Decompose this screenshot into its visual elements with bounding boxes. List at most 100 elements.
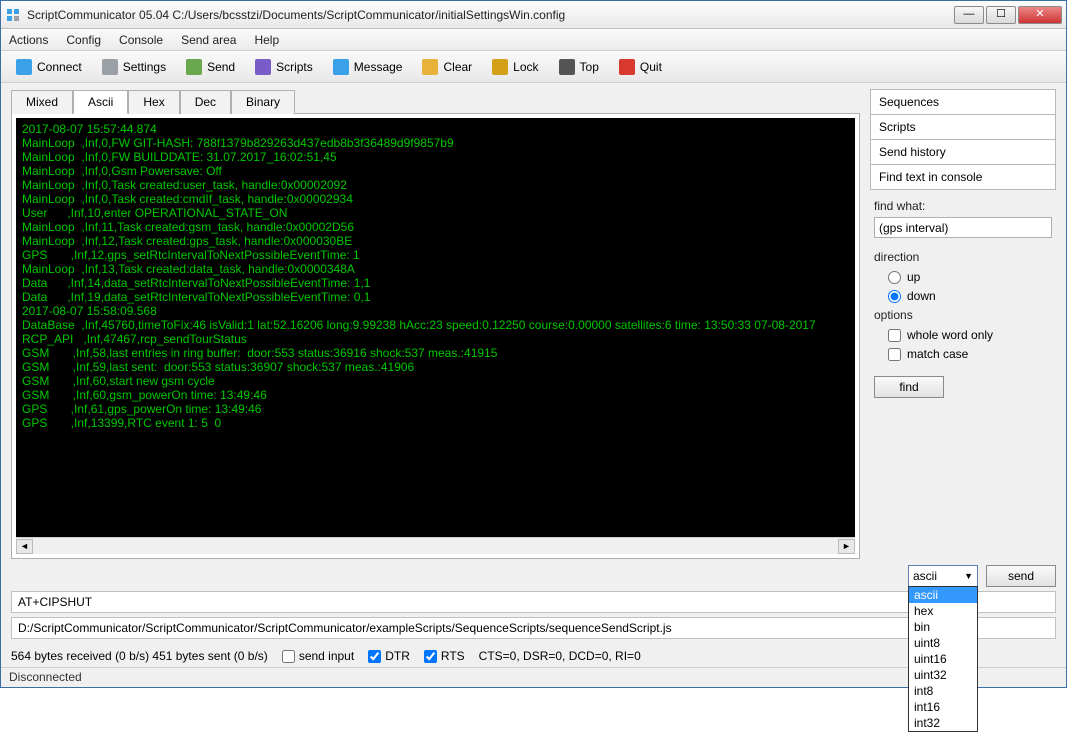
- toolbar-settings-button[interactable]: Settings: [93, 55, 175, 79]
- toolbar-clear-button[interactable]: Clear: [413, 55, 481, 79]
- send-format-combo[interactable]: ascii ▼: [908, 565, 978, 587]
- toolbar-connect-button[interactable]: Connect: [7, 55, 91, 79]
- console-wrap: 2017-08-07 15:57:44.874 MainLoop ,Inf,0,…: [11, 113, 860, 559]
- send-icon: [186, 59, 202, 75]
- lock-icon: [492, 59, 508, 75]
- send-input-label: send input: [299, 649, 354, 663]
- sidebar-tab-send-history[interactable]: Send history: [870, 139, 1056, 165]
- right-panel: Sequences Scripts Send history Find text…: [870, 89, 1056, 559]
- dropdown-option-bin[interactable]: bin: [909, 619, 977, 635]
- dropdown-option-hex[interactable]: hex: [909, 603, 977, 619]
- match-case-label: match case: [907, 347, 968, 361]
- toolbar-label: Send: [207, 60, 235, 74]
- main-area: MixedAsciiHexDecBinary 2017-08-07 15:57:…: [1, 83, 1066, 559]
- connection-status: Disconnected: [9, 670, 82, 684]
- bytes-status: 564 bytes received (0 b/s) 451 bytes sen…: [11, 649, 268, 663]
- bottom-area: ascii ▼ asciihexbinuint8uint16uint32int8…: [1, 559, 1066, 667]
- toolbar-top-button[interactable]: Top: [550, 55, 608, 79]
- match-case-checkbox[interactable]: [888, 348, 901, 361]
- whole-word-label: whole word only: [907, 328, 993, 342]
- chevron-down-icon: ▼: [964, 571, 973, 581]
- toolbar-label: Quit: [640, 60, 662, 74]
- horizontal-scrollbar[interactable]: ◄ ►: [16, 537, 855, 554]
- toolbar-message-button[interactable]: Message: [324, 55, 412, 79]
- window-buttons: — ☐ ✕: [954, 6, 1062, 24]
- status-row: 564 bytes received (0 b/s) 451 bytes sen…: [11, 643, 1056, 667]
- send-input[interactable]: [11, 591, 1056, 613]
- find-panel: find what: direction up down options who…: [870, 189, 1056, 408]
- tab-mixed[interactable]: Mixed: [11, 90, 73, 114]
- direction-down-radio[interactable]: [888, 290, 901, 303]
- app-icon: [5, 7, 21, 23]
- sidebar-tab-find[interactable]: Find text in console: [870, 164, 1056, 190]
- direction-label: direction: [874, 250, 1052, 264]
- toolbar-label: Connect: [37, 60, 82, 74]
- app-window: ScriptCommunicator 05.04 C:/Users/bcsstz…: [0, 0, 1067, 688]
- dropdown-option-uint8[interactable]: uint8: [909, 635, 977, 651]
- find-button[interactable]: find: [874, 376, 944, 398]
- menubar: Actions Config Console Send area Help: [1, 29, 1066, 51]
- toolbar-label: Lock: [513, 60, 538, 74]
- dropdown-option-uint32[interactable]: uint32: [909, 667, 977, 683]
- dtr-label: DTR: [385, 649, 410, 663]
- direction-up-label: up: [907, 270, 920, 284]
- tab-ascii[interactable]: Ascii: [73, 90, 128, 114]
- toolbar-label: Top: [580, 60, 599, 74]
- dropdown-option-int8[interactable]: int8: [909, 683, 977, 699]
- send-format-combo-wrap: ascii ▼ asciihexbinuint8uint16uint32int8…: [908, 565, 978, 587]
- scroll-left-arrow[interactable]: ◄: [16, 539, 33, 554]
- console-tabs: MixedAsciiHexDecBinary: [11, 89, 860, 113]
- toolbar-scripts-button[interactable]: Scripts: [246, 55, 322, 79]
- dropdown-option-int16[interactable]: int16: [909, 699, 977, 715]
- send-input-checkbox[interactable]: [282, 650, 295, 663]
- tab-hex[interactable]: Hex: [128, 90, 179, 114]
- scroll-right-arrow[interactable]: ►: [838, 539, 855, 554]
- clear-icon: [422, 59, 438, 75]
- quit-icon: [619, 59, 635, 75]
- toolbar-quit-button[interactable]: Quit: [610, 55, 671, 79]
- find-what-input[interactable]: [874, 217, 1052, 238]
- whole-word-checkbox[interactable]: [888, 329, 901, 342]
- toolbar-label: Scripts: [276, 60, 313, 74]
- console-output[interactable]: 2017-08-07 15:57:44.874 MainLoop ,Inf,0,…: [16, 118, 855, 537]
- send-format-dropdown[interactable]: asciihexbinuint8uint16uint32int8int16int…: [908, 586, 978, 732]
- toolbar-label: Clear: [443, 60, 472, 74]
- menu-send-area[interactable]: Send area: [181, 33, 236, 47]
- options-label: options: [874, 308, 1052, 322]
- find-what-label: find what:: [874, 199, 925, 213]
- sidebar-tab-scripts[interactable]: Scripts: [870, 114, 1056, 140]
- dropdown-option-ascii[interactable]: ascii: [909, 587, 977, 603]
- tab-dec[interactable]: Dec: [180, 90, 231, 114]
- direction-up-radio[interactable]: [888, 271, 901, 284]
- settings-icon: [102, 59, 118, 75]
- top-icon: [559, 59, 575, 75]
- send-format-selected: ascii: [913, 569, 937, 583]
- sidebar-tab-sequences[interactable]: Sequences: [870, 89, 1056, 115]
- rts-checkbox[interactable]: [424, 650, 437, 663]
- line-states: CTS=0, DSR=0, DCD=0, RI=0: [479, 649, 641, 663]
- send-button[interactable]: send: [986, 565, 1056, 587]
- minimize-button[interactable]: —: [954, 6, 984, 24]
- rts-label: RTS: [441, 649, 465, 663]
- maximize-button[interactable]: ☐: [986, 6, 1016, 24]
- tab-binary[interactable]: Binary: [231, 90, 295, 114]
- message-icon: [333, 59, 349, 75]
- menu-console[interactable]: Console: [119, 33, 163, 47]
- toolbar-lock-button[interactable]: Lock: [483, 55, 547, 79]
- close-button[interactable]: ✕: [1018, 6, 1062, 24]
- toolbar-label: Message: [354, 60, 403, 74]
- menu-help[interactable]: Help: [254, 33, 279, 47]
- menu-actions[interactable]: Actions: [9, 33, 48, 47]
- toolbar-send-button[interactable]: Send: [177, 55, 244, 79]
- menu-config[interactable]: Config: [66, 33, 101, 47]
- scripts-icon: [255, 59, 271, 75]
- dtr-checkbox[interactable]: [368, 650, 381, 663]
- window-title: ScriptCommunicator 05.04 C:/Users/bcsstz…: [27, 8, 954, 22]
- toolbar: Connect Settings Send Scripts Message Clear Lo…: [1, 51, 1066, 83]
- script-path-input[interactable]: [11, 617, 1056, 639]
- left-panel: MixedAsciiHexDecBinary 2017-08-07 15:57:…: [11, 89, 860, 559]
- statusbar: Disconnected: [1, 667, 1066, 687]
- dropdown-option-uint16[interactable]: uint16: [909, 651, 977, 667]
- toolbar-label: Settings: [123, 60, 166, 74]
- dropdown-option-int32[interactable]: int32: [909, 715, 977, 731]
